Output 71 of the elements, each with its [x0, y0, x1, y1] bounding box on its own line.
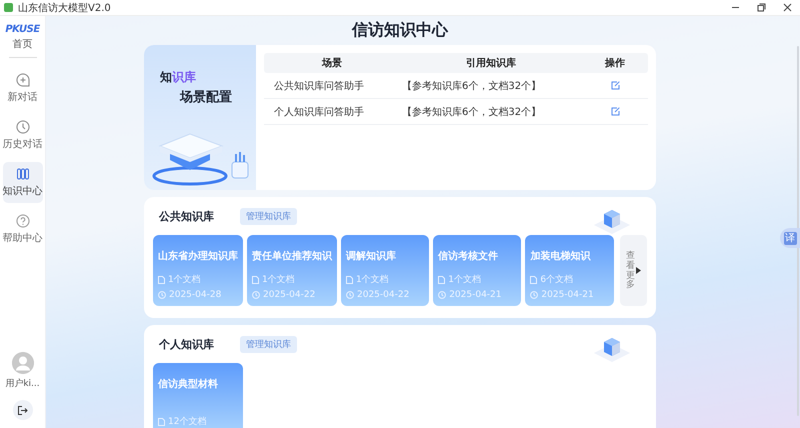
restore-icon — [756, 3, 766, 12]
edit-icon[interactable] — [610, 107, 620, 116]
user-name: 用户ki... — [5, 378, 40, 390]
knowledge-base-name: 调解知识库 — [346, 251, 396, 262]
document-icon — [346, 276, 353, 284]
logout-icon — [17, 404, 28, 416]
document-icon — [158, 418, 165, 426]
table-cell-text: 【参考知识库6个，文档32个】 — [401, 106, 542, 118]
document-count: 6个文档 — [540, 274, 574, 286]
knowledge-base-card[interactable]: 山东省办理知识库 1个文档 2025-04-28 — [153, 235, 243, 306]
document-icon — [252, 276, 259, 284]
manage-button[interactable]: 管理知识库 — [240, 208, 297, 224]
clock-icon — [530, 291, 538, 299]
logout-button[interactable] — [12, 400, 32, 420]
table-cell-text: 【参考知识库6个，文档32个】 — [401, 80, 542, 92]
sidebar-item[interactable]: 知识中心 — [2, 162, 42, 203]
sidebar-item[interactable]: 帮助中心 — [2, 209, 42, 250]
date-text: 2025-04-22 — [263, 290, 316, 300]
books-icon — [16, 167, 30, 181]
banner-title: 知识库 — [160, 69, 197, 86]
knowledge-base-name: 信访典型材料 — [158, 379, 218, 390]
clock-icon — [438, 291, 446, 299]
logo[interactable]: PKUSE — [5, 24, 40, 35]
table-cell-text: 公共知识库问答助手 — [273, 80, 365, 92]
table-cell-text: 个人知识库问答助手 — [273, 106, 365, 118]
date-text: 2025-04-21 — [541, 290, 594, 300]
page-title: 信访知识中心 — [350, 19, 450, 41]
window-title: 山东信访大模型V2.0 — [18, 2, 111, 14]
home-link[interactable]: 首页 — [12, 37, 32, 51]
document-count: 1个文档 — [448, 274, 481, 286]
help-icon — [16, 214, 30, 228]
knowledge-base-card[interactable]: 信访典型材料 12个文档 — [153, 363, 243, 428]
knowledge-base-name: 信访考核文件 — [438, 251, 498, 262]
document-count: 1个文档 — [168, 274, 201, 286]
sidebar-item[interactable]: 历史对话 — [2, 115, 42, 156]
knowledge-base-name: 加装电梯知识 — [530, 251, 590, 262]
avatar-icon[interactable] — [12, 352, 34, 374]
clock-icon — [252, 291, 260, 299]
clock-icon — [158, 291, 166, 299]
column-header: 引用知识库 — [465, 56, 517, 70]
document-icon — [530, 276, 538, 284]
banner-subtitle: 场景配置 — [180, 89, 233, 106]
knowledge-base-card[interactable]: 调解知识库 1个文档 2025-04-22 — [341, 235, 430, 306]
knowledge-base-card[interactable]: 责任单位推荐知识 1个文档 2025-04-22 — [247, 235, 337, 306]
app-icon — [4, 3, 13, 12]
column-header: 操作 — [604, 56, 626, 70]
manage-button[interactable]: 管理知识库 — [240, 336, 297, 352]
document-icon — [158, 276, 165, 284]
date-text: 2025-04-28 — [169, 290, 222, 300]
column-header: 场景 — [320, 56, 343, 70]
chat-plus-icon — [16, 73, 30, 87]
close-icon — [782, 3, 792, 12]
view-more-button[interactable]: 查看更多 — [620, 235, 647, 306]
knowledge-base-card[interactable]: 加装电梯知识 6个文档 2025-04-21 — [525, 235, 614, 306]
translate-button[interactable]: 译 — [780, 228, 800, 248]
document-count: 1个文档 — [356, 274, 389, 286]
document-count: 12个文档 — [168, 416, 206, 428]
clock-icon — [346, 291, 354, 299]
section-title: 个人知识库 — [159, 336, 214, 352]
date-text: 2025-04-21 — [449, 290, 502, 300]
date-text: 2025-04-22 — [357, 290, 410, 300]
knowledge-base-name: 山东省办理知识库 — [158, 251, 238, 262]
document-count: 1个文档 — [262, 274, 295, 286]
knowledge-base-name: 责任单位推荐知识 — [252, 251, 332, 262]
knowledge-base-card[interactable]: 信访考核文件 1个文档 2025-04-21 — [433, 235, 522, 306]
document-icon — [438, 276, 446, 284]
edit-icon[interactable] — [610, 81, 620, 90]
section-title: 公共知识库 — [159, 208, 214, 224]
sidebar-item[interactable]: 新对话 — [2, 68, 42, 109]
clock-icon — [16, 120, 30, 134]
triangle-right-icon — [636, 267, 641, 274]
